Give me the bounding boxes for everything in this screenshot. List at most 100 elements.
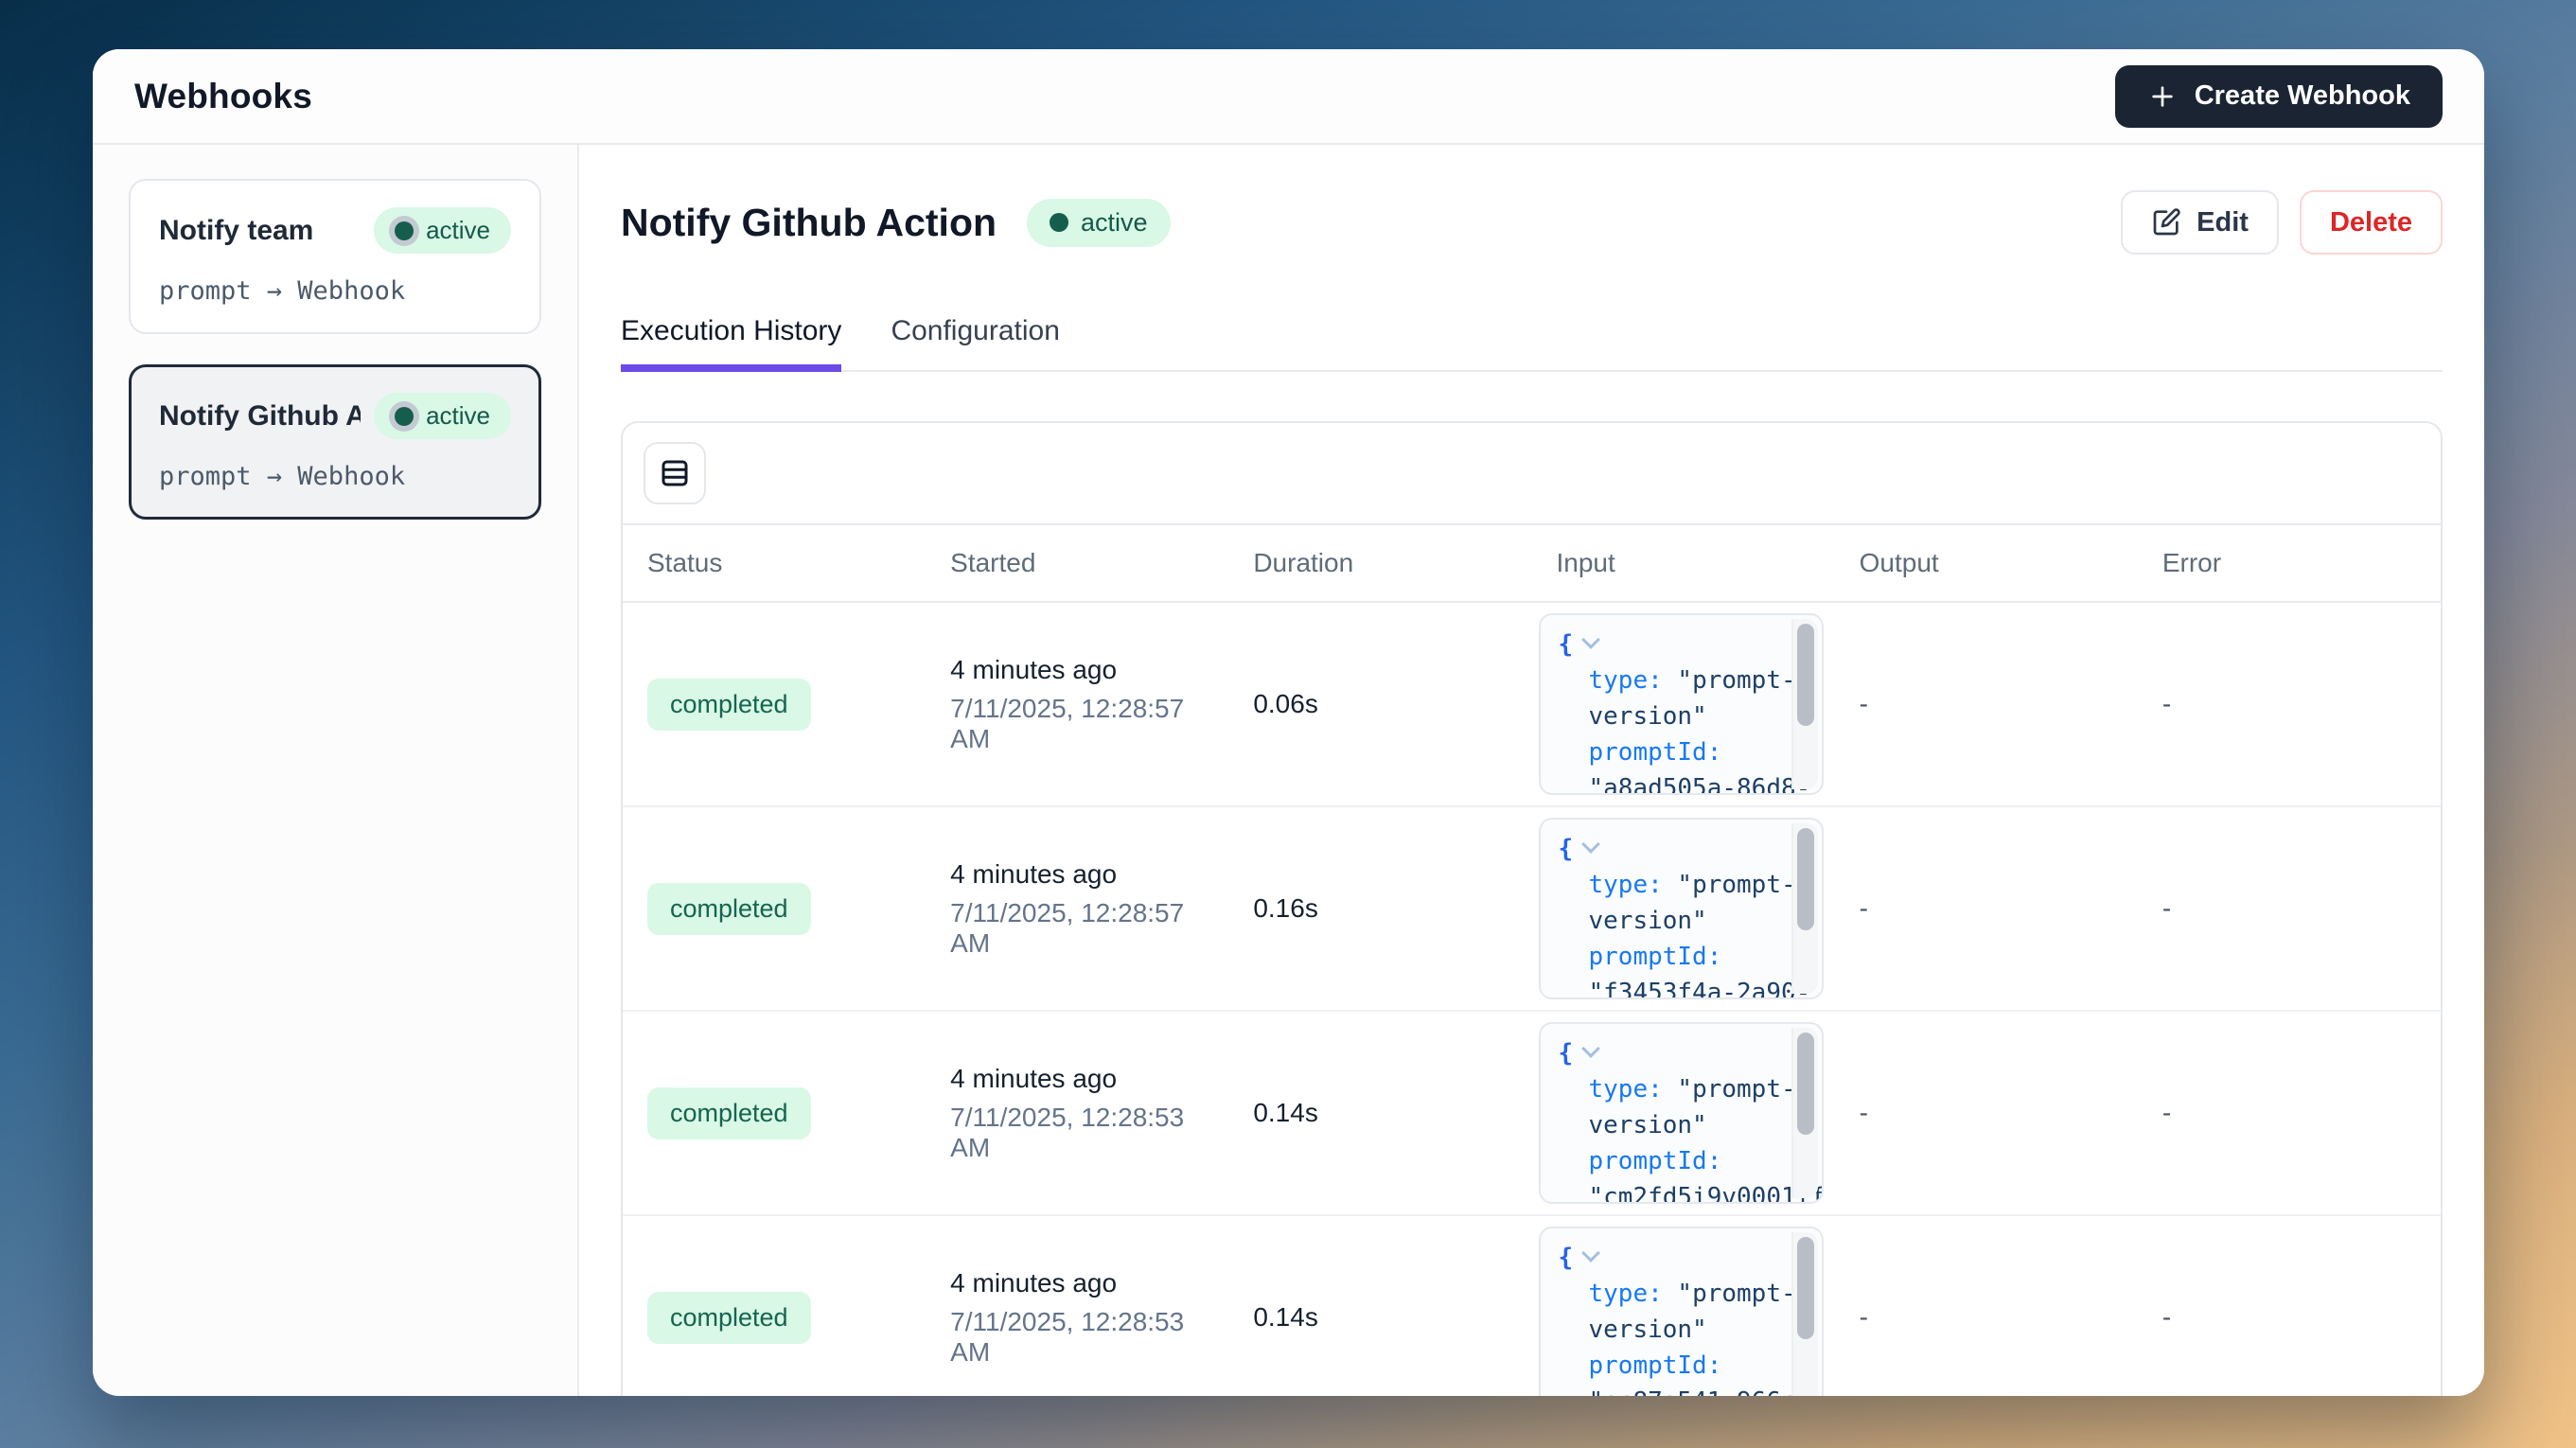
table-toolbar: [623, 423, 2441, 525]
status-badge: completed: [647, 1292, 811, 1344]
json-brace: {: [1558, 835, 1573, 863]
table-row[interactable]: completed 4 minutes ago 7/11/2025, 12:28…: [623, 1216, 2441, 1396]
status-cell: completed: [623, 883, 926, 935]
webhook-item-header: Notify team active: [159, 207, 511, 254]
duration: 0.14s: [1228, 1098, 1531, 1128]
json-brace: {: [1558, 1244, 1573, 1272]
row-height-toggle-button[interactable]: [644, 442, 706, 504]
status-badge: active: [374, 207, 511, 254]
chevron-down-icon[interactable]: [1584, 1035, 1597, 1071]
json-val: "prompt-: [1663, 1075, 1796, 1104]
output-value: -: [1835, 1302, 2138, 1333]
json-key: type:: [1588, 871, 1662, 899]
started-cell: 4 minutes ago 7/11/2025, 12:28:57 AM: [926, 859, 1228, 959]
page-title: Webhooks: [134, 77, 312, 116]
json-key: type:: [1588, 1280, 1662, 1308]
json-val: "f3453f4a-2a90-: [1588, 979, 1810, 999]
column-header-status: Status: [623, 525, 926, 601]
scrollbar-thumb[interactable]: [1797, 1033, 1814, 1135]
timestamp: 7/11/2025, 12:28:57 AM: [950, 694, 1228, 754]
edit-button-label: Edit: [2197, 207, 2249, 238]
scrollbar-thumb[interactable]: [1797, 828, 1814, 930]
timestamp: 7/11/2025, 12:28:57 AM: [950, 898, 1228, 959]
json-val: "a8ad505a-86d8-: [1588, 774, 1810, 795]
timestamp: 7/11/2025, 12:28:53 AM: [950, 1103, 1228, 1163]
started-cell: 4 minutes ago 7/11/2025, 12:28:57 AM: [926, 655, 1228, 754]
detail-actions: Edit Delete: [2121, 190, 2443, 255]
scrollbar-thumb[interactable]: [1797, 624, 1814, 726]
column-header-duration: Duration: [1228, 525, 1531, 601]
json-brace: {: [1558, 630, 1573, 659]
status-cell: completed: [623, 1292, 926, 1344]
column-header-started: Started: [926, 525, 1228, 601]
table-row[interactable]: completed 4 minutes ago 7/11/2025, 12:28…: [623, 807, 2441, 1012]
tab-configuration[interactable]: Configuration: [891, 315, 1059, 370]
json-val: version": [1588, 1111, 1706, 1139]
create-webhook-label: Create Webhook: [2195, 80, 2410, 112]
output-value: -: [1835, 689, 2138, 719]
column-header-error: Error: [2138, 525, 2441, 601]
json-val: "ec87a541-966c-: [1588, 1387, 1810, 1396]
webhook-name: Notify Github Acti...: [159, 400, 361, 433]
status-badge: completed: [647, 883, 811, 935]
timestamp: 7/11/2025, 12:28:53 AM: [950, 1307, 1228, 1368]
relative-time: 4 minutes ago: [950, 1064, 1228, 1094]
create-webhook-button[interactable]: Create Webhook: [2115, 65, 2443, 128]
input-cell: {type: "prompt-version"promptId:"a8ad505…: [1531, 613, 1834, 795]
status-cell: completed: [623, 1087, 926, 1139]
sidebar-item-notify-github-action[interactable]: Notify Github Acti... active prompt → We…: [129, 364, 541, 520]
json-key: promptId:: [1588, 943, 1721, 971]
input-cell: {type: "prompt-version"promptId:"f3453f4…: [1531, 818, 1834, 999]
table-rows-icon: [658, 456, 692, 490]
duration: 0.06s: [1228, 689, 1531, 719]
json-val: "prompt-: [1663, 666, 1796, 695]
scrollbar[interactable]: [1791, 619, 1818, 789]
tab-execution-history[interactable]: Execution History: [621, 315, 841, 370]
webhook-detail-title: Notify Github Action: [621, 201, 997, 245]
status-badge: active: [374, 393, 511, 439]
scrollbar[interactable]: [1791, 1232, 1818, 1396]
table-header-row: Status Started Duration Input Output Err…: [623, 525, 2441, 603]
json-key: promptId:: [1588, 1351, 1721, 1380]
scrollbar[interactable]: [1791, 1028, 1818, 1198]
json-key: promptId:: [1588, 738, 1721, 767]
edit-button[interactable]: Edit: [2121, 190, 2279, 255]
status-badge-label: active: [1081, 208, 1148, 238]
edit-pencil-icon: [2151, 207, 2181, 238]
input-json-viewer[interactable]: {type: "prompt-version"promptId:"cm2fd5i…: [1539, 1022, 1823, 1204]
input-json-viewer[interactable]: {type: "prompt-version"promptId:"a8ad505…: [1539, 613, 1823, 795]
delete-button[interactable]: Delete: [2300, 190, 2443, 255]
error-value: -: [2138, 689, 2441, 719]
chevron-down-icon[interactable]: [1584, 831, 1597, 867]
relative-time: 4 minutes ago: [950, 859, 1228, 890]
table-row[interactable]: completed 4 minutes ago 7/11/2025, 12:28…: [623, 603, 2441, 807]
app-header: Webhooks Create Webhook: [93, 49, 2484, 145]
delete-button-label: Delete: [2330, 207, 2412, 238]
json-content: {type: "prompt-version"promptId:"a8ad505…: [1558, 627, 1779, 795]
webhook-item-header: Notify Github Acti... active: [159, 393, 511, 439]
status-cell: completed: [623, 679, 926, 731]
output-value: -: [1835, 893, 2138, 924]
status-badge: active: [1027, 199, 1171, 247]
input-json-viewer[interactable]: {type: "prompt-version"promptId:"f3453f4…: [1539, 818, 1823, 999]
webhook-route: prompt → Webhook: [159, 462, 511, 491]
duration: 0.16s: [1228, 893, 1531, 924]
status-badge: completed: [647, 1087, 811, 1139]
table-row[interactable]: completed 4 minutes ago 7/11/2025, 12:28…: [623, 1012, 2441, 1216]
input-json-viewer[interactable]: {type: "prompt-version"promptId:"ec87a54…: [1539, 1227, 1823, 1396]
scrollbar-thumb[interactable]: [1797, 1237, 1814, 1339]
json-key: type:: [1588, 666, 1662, 695]
status-badge-label: active: [426, 216, 490, 245]
scrollbar[interactable]: [1791, 823, 1818, 994]
json-content: {type: "prompt-version"promptId:"cm2fd5i…: [1558, 1035, 1779, 1204]
relative-time: 4 minutes ago: [950, 655, 1228, 685]
chevron-down-icon[interactable]: [1584, 627, 1597, 662]
json-brace: {: [1558, 1039, 1573, 1068]
sidebar-item-notify-team[interactable]: Notify team active prompt → Webhook: [129, 179, 541, 334]
column-header-input: Input: [1531, 525, 1834, 601]
chevron-down-icon[interactable]: [1584, 1240, 1597, 1276]
webhook-list-sidebar: Notify team active prompt → Webhook Noti…: [93, 145, 579, 1396]
duration: 0.14s: [1228, 1302, 1531, 1333]
webhook-route: prompt → Webhook: [159, 276, 511, 306]
relative-time: 4 minutes ago: [950, 1268, 1228, 1298]
